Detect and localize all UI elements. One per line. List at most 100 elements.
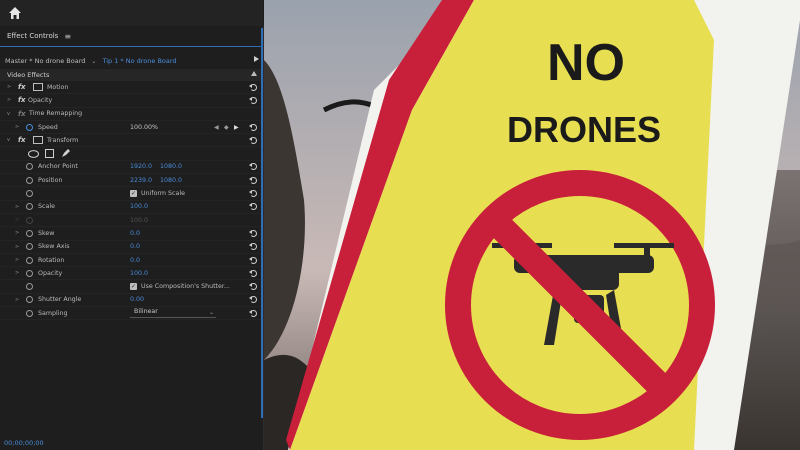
- stopwatch-icon[interactable]: [26, 203, 33, 211]
- reset-icon[interactable]: [249, 269, 257, 277]
- mask-tools-row: [0, 147, 263, 161]
- use-comp-shutter-label: Use Composition's Shutter...: [141, 283, 230, 291]
- collapse-arrow-icon[interactable]: v: [7, 137, 10, 143]
- effect-row-motion[interactable]: > fx Motion: [0, 81, 263, 95]
- stopwatch-icon[interactable]: [26, 283, 33, 291]
- property-row-skew[interactable]: > Skew 0.0: [0, 227, 263, 241]
- expand-arrow-icon[interactable]: >: [15, 204, 19, 210]
- collapse-arrow-icon[interactable]: v: [7, 111, 10, 117]
- reset-icon[interactable]: [249, 229, 257, 237]
- shutter-angle-value[interactable]: 0.00: [130, 296, 144, 303]
- stopwatch-icon[interactable]: [26, 176, 33, 184]
- stopwatch-icon[interactable]: [26, 269, 33, 277]
- property-row-skew-axis[interactable]: > Skew Axis 0.0: [0, 241, 263, 254]
- sampling-select[interactable]: Bilinear ⌄: [130, 308, 216, 319]
- skew-axis-value[interactable]: 0.0: [130, 243, 140, 250]
- expand-arrow-icon[interactable]: >: [15, 297, 19, 303]
- stopwatch-icon: [26, 216, 33, 224]
- panel-header: Effect Controls ≡: [0, 26, 263, 47]
- scale-value[interactable]: 100.0: [130, 203, 148, 210]
- position-y-value[interactable]: 1080.0: [160, 177, 182, 184]
- scroll-up-icon[interactable]: [251, 71, 257, 76]
- skew-value[interactable]: 0.0: [130, 230, 140, 237]
- anchor-y-value[interactable]: 1080.0: [160, 163, 182, 170]
- stopwatch-icon[interactable]: [26, 163, 33, 171]
- pen-mask-icon[interactable]: [61, 148, 71, 158]
- expand-arrow-icon[interactable]: >: [15, 230, 19, 236]
- speed-value[interactable]: 100.00%: [130, 124, 158, 131]
- reset-icon[interactable]: [249, 123, 257, 131]
- expand-arrow-icon[interactable]: >: [7, 84, 11, 90]
- opacity-label: Opacity: [28, 96, 53, 104]
- reset-icon[interactable]: [249, 309, 257, 317]
- timecode[interactable]: 00;00;00;00: [4, 439, 44, 447]
- fx-icon[interactable]: fx: [18, 96, 26, 104]
- expand-arrow-icon[interactable]: >: [7, 97, 11, 103]
- expand-arrow-icon[interactable]: >: [15, 124, 19, 130]
- fx-icon[interactable]: fx: [18, 136, 26, 144]
- effect-row-transform[interactable]: v fx Transform: [0, 134, 263, 148]
- master-label[interactable]: Master * No drone Board: [5, 57, 85, 65]
- expand-arrow-icon[interactable]: >: [15, 257, 19, 263]
- stopwatch-icon[interactable]: [26, 229, 33, 237]
- top-bar: [0, 0, 263, 26]
- add-keyframe-icon[interactable]: ◆: [224, 124, 229, 131]
- rectangle-mask-icon[interactable]: [45, 149, 54, 159]
- use-comp-shutter-checkbox[interactable]: ✓: [130, 283, 137, 291]
- reset-icon[interactable]: [249, 83, 257, 91]
- property-row-uniform-scale[interactable]: ✓ Uniform Scale: [0, 187, 263, 201]
- property-row-transform-opacity[interactable]: > Opacity 100.0: [0, 267, 263, 281]
- prev-keyframe-icon[interactable]: ◀: [214, 124, 219, 131]
- stopwatch-icon[interactable]: [26, 243, 33, 251]
- chevron-down-icon[interactable]: ⌄: [91, 58, 96, 65]
- transform-opacity-label: Opacity: [38, 269, 63, 277]
- stopwatch-icon[interactable]: [26, 296, 33, 304]
- expand-arrow-icon[interactable]: >: [15, 244, 19, 250]
- effect-row-opacity[interactable]: > fx Opacity: [0, 94, 263, 108]
- panel-title[interactable]: Effect Controls: [7, 32, 58, 40]
- property-row-sampling[interactable]: Sampling Bilinear ⌄: [0, 307, 263, 321]
- reset-icon[interactable]: [249, 243, 257, 251]
- next-keyframe-icon[interactable]: ▶: [234, 124, 239, 131]
- rotation-value[interactable]: 0.0: [130, 257, 140, 264]
- fx-icon[interactable]: fx: [18, 83, 26, 91]
- property-row-scale[interactable]: > Scale 100.0: [0, 201, 263, 214]
- stopwatch-icon[interactable]: [26, 256, 33, 264]
- panel-scrollbar[interactable]: [261, 28, 263, 418]
- clip-label[interactable]: Tip 1 * No drone Board: [102, 57, 176, 65]
- property-row-shutter-angle[interactable]: > Shutter Angle 0.00: [0, 294, 263, 308]
- anchor-x-value[interactable]: 1920.0: [130, 163, 152, 170]
- reset-icon[interactable]: [249, 96, 257, 104]
- reset-icon[interactable]: [249, 203, 257, 211]
- position-x-value[interactable]: 2239.0: [130, 177, 152, 184]
- reset-icon[interactable]: [249, 256, 257, 264]
- property-row-anchor-point[interactable]: Anchor Point 1920.0 1080.0: [0, 161, 263, 175]
- home-icon[interactable]: [8, 6, 22, 20]
- property-row-position[interactable]: Position 2239.0 1080.0: [0, 174, 263, 188]
- reset-icon[interactable]: [249, 296, 257, 304]
- scale-width-value: 100.0: [130, 216, 149, 224]
- property-row-use-comp-shutter[interactable]: ✓ Use Composition's Shutter...: [0, 280, 263, 294]
- transform-opacity-value[interactable]: 100.0: [130, 270, 148, 277]
- expand-arrow-icon[interactable]: >: [15, 270, 19, 276]
- effect-row-time-remapping[interactable]: v fx Time Remapping: [0, 108, 263, 121]
- stopwatch-icon[interactable]: [26, 123, 33, 131]
- play-icon[interactable]: [254, 56, 259, 62]
- chevron-down-icon[interactable]: ⌄: [209, 309, 214, 316]
- reset-icon[interactable]: [249, 163, 257, 171]
- property-row-rotation[interactable]: > Rotation 0.0: [0, 254, 263, 268]
- reset-icon[interactable]: [249, 283, 257, 291]
- ellipse-mask-icon[interactable]: [28, 150, 39, 159]
- panel-menu-icon[interactable]: ≡: [64, 32, 71, 41]
- stopwatch-icon[interactable]: [26, 309, 33, 317]
- sampling-value: Bilinear: [134, 308, 158, 316]
- speed-label: Speed: [38, 123, 58, 131]
- stopwatch-icon[interactable]: [26, 190, 33, 198]
- sign-line2: DRONES: [507, 109, 661, 150]
- shutter-angle-label: Shutter Angle: [38, 296, 82, 304]
- reset-icon[interactable]: [249, 136, 257, 144]
- reset-icon[interactable]: [249, 190, 257, 198]
- property-row-speed[interactable]: > Speed 100.00% ◀ ◆ ▶: [0, 121, 263, 135]
- reset-icon[interactable]: [249, 176, 257, 184]
- uniform-scale-checkbox[interactable]: ✓: [130, 190, 137, 198]
